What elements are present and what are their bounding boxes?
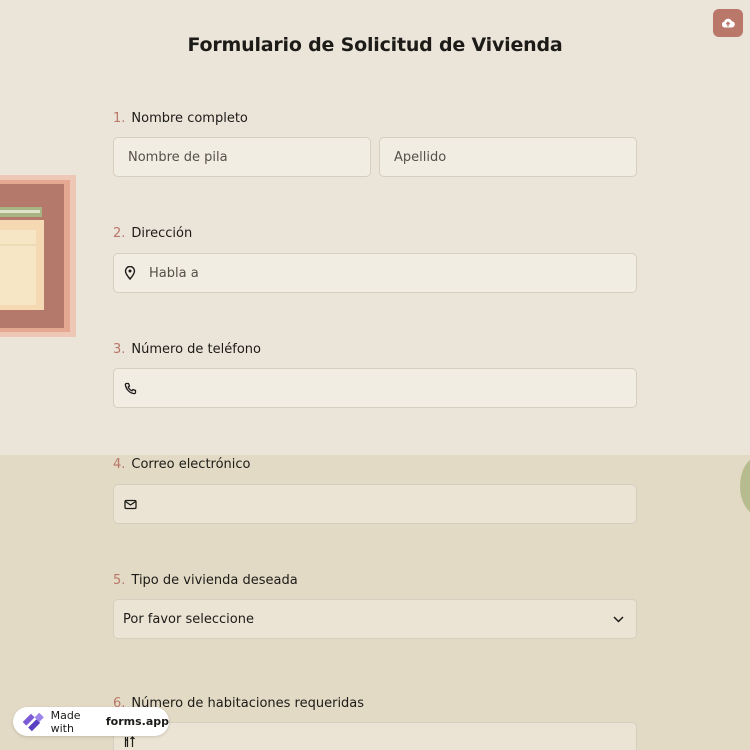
housing-type-select[interactable]: Por favor seleccione	[113, 599, 637, 639]
question-text: Tipo de vivienda deseada	[131, 573, 298, 588]
last-name-field[interactable]: Apellido	[379, 137, 637, 177]
question-text: Número de teléfono	[131, 342, 261, 357]
question-5-label: 5. Tipo de vivienda deseada	[113, 573, 298, 588]
badge-brand: forms.app	[105, 715, 169, 728]
question-2-label: 2. Dirección	[113, 226, 192, 241]
phone-field[interactable]	[113, 368, 637, 408]
map-pin-icon	[124, 266, 138, 280]
envelope-icon	[124, 497, 138, 511]
first-name-field[interactable]: Nombre de pila	[113, 137, 371, 177]
question-3-label: 3. Número de teléfono	[113, 342, 261, 357]
question-1-label: 1. Nombre completo	[113, 111, 248, 126]
first-name-placeholder: Nombre de pila	[128, 149, 228, 165]
question-text: Nombre completo	[131, 111, 248, 126]
cloud-upload-icon	[721, 18, 735, 28]
question-number: 3.	[113, 342, 126, 357]
form-title: Formulario de Solicitud de Vivienda	[187, 34, 563, 56]
last-name-placeholder: Apellido	[394, 149, 447, 165]
housing-type-selected: Por favor seleccione	[123, 611, 254, 627]
chevron-down-icon	[613, 612, 624, 627]
phone-icon	[124, 381, 138, 395]
badge-prefix: Made with	[50, 708, 81, 735]
forms-app-logo-icon	[22, 712, 44, 731]
email-field[interactable]	[113, 484, 637, 524]
upload-button[interactable]	[713, 9, 743, 37]
question-text: Dirección	[131, 226, 193, 241]
question-number: 1.	[113, 111, 126, 126]
question-text: Correo electrónico	[131, 457, 251, 472]
question-number: 5.	[113, 573, 126, 588]
question-4-label: 4. Correo electrónico	[113, 457, 251, 472]
rooms-field[interactable]	[113, 722, 637, 750]
decorative-illustration	[0, 175, 76, 337]
question-number: 2.	[113, 226, 126, 241]
question-number: 4.	[113, 457, 126, 472]
number-icon	[124, 735, 138, 749]
address-placeholder: Habla a	[149, 265, 199, 281]
made-with-badge[interactable]: Made with forms.app	[13, 707, 169, 736]
question-text: Número de habitaciones requeridas	[131, 696, 365, 711]
address-field[interactable]: Habla a	[113, 253, 637, 293]
